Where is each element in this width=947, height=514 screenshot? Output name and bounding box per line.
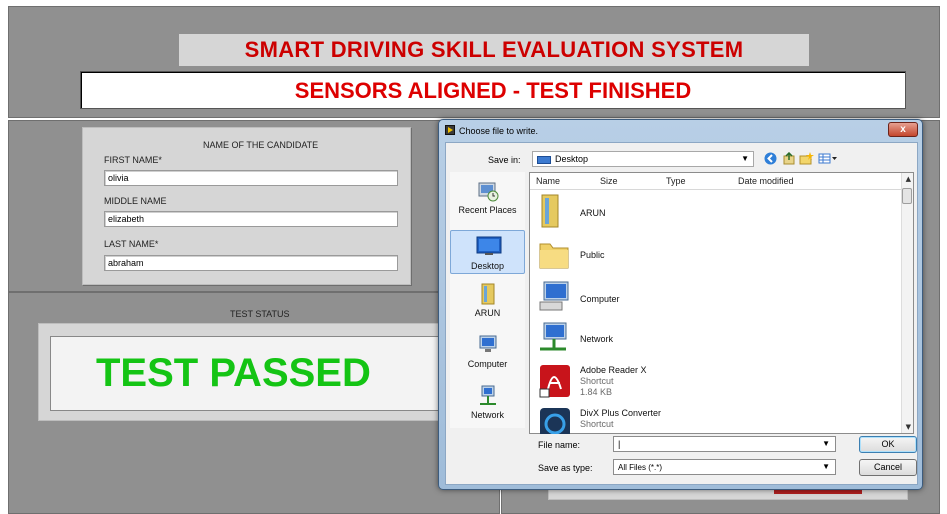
first-name-input[interactable]: olivia	[104, 170, 398, 186]
chevron-down-icon: ▼	[741, 154, 749, 163]
scroll-up-arrow[interactable]: ▲	[906, 175, 911, 183]
save-in-label: Save in:	[488, 155, 521, 165]
computer-icon	[476, 334, 500, 356]
place-label: ARUN	[474, 308, 501, 318]
file-name: Computer	[580, 294, 620, 304]
places-bar: Recent Places Desktop ARUN Computer Netw…	[450, 172, 525, 428]
candidate-section-title: NAME OF THE CANDIDATE	[203, 140, 319, 150]
status-indicator: SENSORS ALIGNED - TEST FINISHED	[80, 71, 906, 109]
file-name: Network	[580, 334, 614, 344]
new-folder-icon[interactable]	[799, 152, 814, 168]
vertical-scrollbar[interactable]: ▲ ▼	[901, 173, 913, 433]
chevron-down-icon[interactable]: ▼	[822, 439, 830, 448]
file-name: Public	[580, 250, 605, 260]
close-button[interactable]: x	[888, 122, 918, 137]
place-arun[interactable]: ARUN	[450, 283, 525, 318]
cancel-button[interactable]: Cancel	[859, 459, 917, 476]
dialog-body: Save in: Desktop ▼ Recent Places Desktop…	[445, 142, 918, 485]
labview-icon	[445, 125, 455, 135]
result-frame: TEST PASSED	[38, 323, 458, 421]
last-name-input[interactable]: abraham	[104, 255, 398, 271]
scroll-down-arrow[interactable]: ▼	[906, 423, 911, 431]
dialog-title: Choose file to write.	[459, 126, 539, 136]
test-result-display: TEST PASSED	[50, 336, 448, 411]
list-item[interactable]: Adobe Reader X Shortcut 1.84 KB	[536, 363, 896, 403]
first-name-label: FIRST NAME*	[104, 155, 162, 165]
test-status-label: TEST STATUS	[230, 309, 290, 319]
file-name: Adobe Reader X	[580, 365, 647, 375]
column-header-date-modified[interactable]: Date modified	[738, 176, 794, 186]
network-icon	[536, 321, 574, 357]
column-header-size[interactable]: Size	[600, 176, 618, 186]
list-item[interactable]: Public	[536, 236, 896, 274]
file-type: Shortcut	[580, 419, 614, 429]
app-window: SMART DRIVING SKILL EVALUATION SYSTEM SE…	[0, 0, 947, 514]
place-network[interactable]: Network	[450, 385, 525, 420]
user-folder-icon	[476, 283, 500, 305]
place-computer[interactable]: Computer	[450, 334, 525, 369]
save-in-value: Desktop	[555, 154, 589, 164]
up-folder-icon[interactable]	[782, 151, 795, 168]
desktop-icon	[476, 236, 501, 258]
save-as-type-value: All Files (*.*)	[618, 463, 663, 472]
file-list[interactable]: Name Size Type Date modified ARUN Public	[529, 172, 914, 434]
folder-icon	[536, 236, 574, 272]
place-label: Network	[470, 410, 504, 420]
computer-icon	[536, 278, 574, 314]
file-dialog: Choose file to write. x Save in: Desktop…	[438, 119, 923, 490]
ok-button[interactable]: OK	[859, 436, 917, 453]
list-item[interactable]: ARUN	[536, 193, 896, 231]
file-name: ARUN	[580, 208, 606, 218]
divx-shortcut-icon	[536, 406, 574, 434]
user-folder-icon	[536, 193, 574, 229]
network-icon	[476, 385, 500, 407]
column-header-type[interactable]: Type	[666, 176, 686, 186]
save-as-type-label: Save as type:	[538, 463, 593, 473]
list-item[interactable]: Computer	[536, 278, 896, 316]
header-divider	[530, 189, 903, 190]
last-name-label: LAST NAME*	[104, 239, 159, 249]
desktop-mini-icon	[537, 156, 551, 164]
file-size: 1.84 KB	[580, 387, 613, 397]
candidate-form: NAME OF THE CANDIDATE FIRST NAME* olivia…	[82, 127, 411, 285]
column-header-name[interactable]: Name	[536, 176, 560, 186]
middle-name-input[interactable]: elizabeth	[104, 211, 398, 227]
file-name-label: File name:	[538, 440, 581, 450]
recent-places-icon	[476, 180, 500, 202]
save-in-dropdown[interactable]: Desktop ▼	[532, 151, 754, 167]
place-label: Desktop	[470, 261, 505, 271]
middle-name-label: MIDDLE NAME	[104, 196, 167, 206]
place-desktop[interactable]: Desktop	[450, 230, 525, 274]
file-name: DivX Plus Converter	[580, 408, 662, 418]
list-item[interactable]: Network	[536, 321, 896, 359]
text-cursor: |	[618, 439, 621, 449]
chevron-down-icon: ▼	[822, 462, 830, 471]
file-type: Shortcut	[580, 376, 614, 386]
place-recent-places[interactable]: Recent Places	[450, 180, 525, 215]
place-label: Recent Places	[458, 205, 517, 215]
back-icon[interactable]	[764, 152, 777, 168]
view-menu-icon[interactable]	[818, 152, 838, 168]
place-label: Computer	[467, 359, 508, 369]
app-title: SMART DRIVING SKILL EVALUATION SYSTEM	[179, 34, 809, 66]
pdf-shortcut-icon	[536, 363, 574, 399]
save-as-type-select[interactable]: All Files (*.*) ▼	[613, 459, 836, 475]
file-name-input[interactable]: | ▼	[613, 436, 836, 452]
list-item[interactable]: DivX Plus Converter Shortcut	[536, 406, 896, 434]
scroll-thumb[interactable]	[902, 188, 912, 204]
